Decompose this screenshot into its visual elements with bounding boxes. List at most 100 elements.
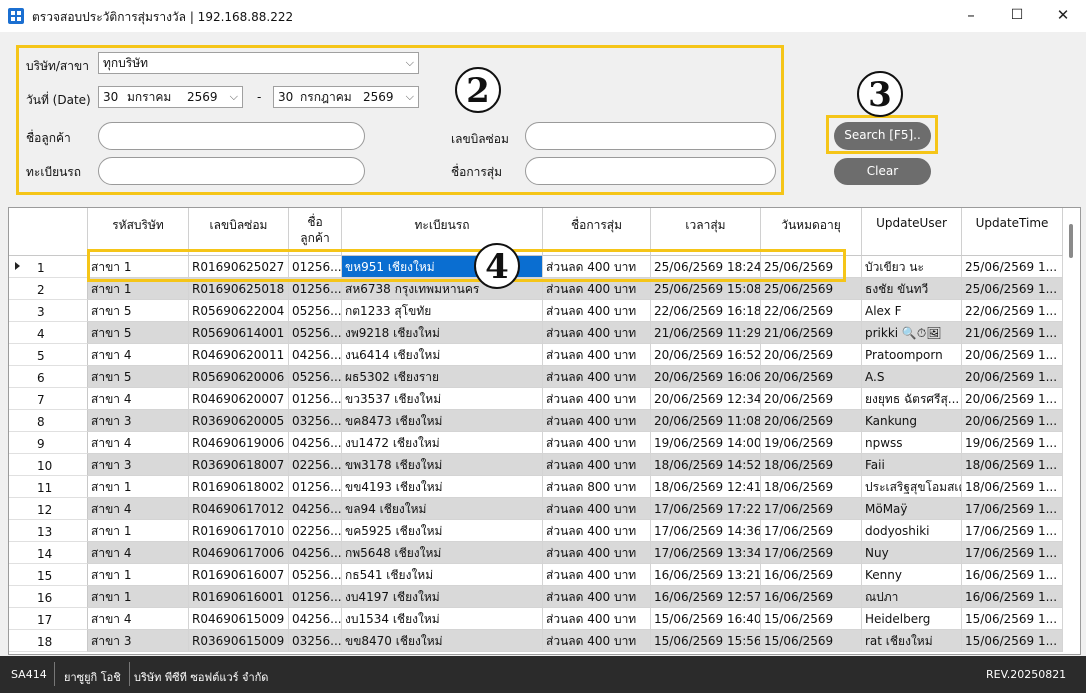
table-cell[interactable]: 15/06/2569 1... [962,608,1063,630]
table-cell[interactable]: สาขา 1 [88,564,189,586]
table-cell[interactable]: 04256... [289,498,342,520]
table-cell[interactable]: ส่วนลด 400 บาท [543,498,651,520]
table-cell[interactable]: 20/06/2569 16:52 [651,344,761,366]
row-number[interactable]: 7 [9,388,88,410]
row-number[interactable]: 16 [9,586,88,608]
table-cell[interactable]: สาขา 4 [88,542,189,564]
table-cell[interactable]: สาขา 4 [88,608,189,630]
table-cell[interactable]: 17/06/2569 [761,498,862,520]
table-cell[interactable]: ขว3537 เชียงใหม่ [342,388,543,410]
table-cell[interactable]: สาขา 4 [88,344,189,366]
table-cell[interactable]: 22/06/2569 [761,300,862,322]
table-cell[interactable]: ส่วนลด 400 บาท [543,542,651,564]
table-cell[interactable]: 04256... [289,608,342,630]
table-cell[interactable]: งบ1534 เชียงใหม่ [342,608,543,630]
table-cell[interactable]: 15/06/2569 1... [962,630,1063,652]
table-cell[interactable]: 17/06/2569 1... [962,498,1063,520]
row-number[interactable]: 1 [9,256,88,278]
row-number[interactable]: 11 [9,476,88,498]
table-cell[interactable]: npwss [862,432,962,454]
table-cell[interactable]: กต1233 สุโขทัย [342,300,543,322]
table-cell[interactable]: สาขา 5 [88,300,189,322]
table-cell[interactable]: ขพ3178 เชียงใหม่ [342,454,543,476]
table-cell[interactable]: R05690614001 [189,322,289,344]
table-cell[interactable]: 17/06/2569 14:36 [651,520,761,542]
table-cell[interactable]: 17/06/2569 1... [962,520,1063,542]
row-number[interactable]: 8 [9,410,88,432]
table-cell[interactable]: 18/06/2569 14:52 [651,454,761,476]
row-number[interactable]: 18 [9,630,88,652]
table-cell[interactable]: ส่วนลด 400 บาท [543,630,651,652]
table-cell[interactable]: 19/06/2569 1... [962,432,1063,454]
table-cell[interactable]: R01690616007 [189,564,289,586]
table-cell[interactable]: 20/06/2569 1... [962,388,1063,410]
table-cell[interactable]: Kankung [862,410,962,432]
col-update-user-header[interactable]: UpdateUser [862,208,962,256]
table-cell[interactable]: 20/06/2569 1... [962,366,1063,388]
table-cell[interactable]: 02256... [289,520,342,542]
table-cell[interactable]: 21/06/2569 1... [962,322,1063,344]
table-cell[interactable]: 16/06/2569 1... [962,586,1063,608]
table-cell[interactable]: R04690617006 [189,542,289,564]
table-cell[interactable]: Nuy [862,542,962,564]
table-cell[interactable]: 18/06/2569 [761,476,862,498]
table-cell[interactable]: สาขา 3 [88,630,189,652]
table-cell[interactable]: A.S [862,366,962,388]
table-cell[interactable]: 17/06/2569 [761,542,862,564]
table-cell[interactable]: R05690622004 [189,300,289,322]
table-cell[interactable]: สาขา 1 [88,586,189,608]
table-cell[interactable]: ขข4193 เชียงใหม่ [342,476,543,498]
table-cell[interactable]: สาขา 4 [88,388,189,410]
table-cell[interactable]: Kenny [862,564,962,586]
table-cell[interactable]: 05256... [289,564,342,586]
row-number[interactable]: 17 [9,608,88,630]
table-cell[interactable]: 19/06/2569 [761,432,862,454]
table-cell[interactable]: ส่วนลด 400 บาท [543,410,651,432]
table-cell[interactable]: ส่วนลด 400 บาท [543,454,651,476]
table-cell[interactable]: สาขา 4 [88,432,189,454]
table-cell[interactable]: 21/06/2569 [761,322,862,344]
table-cell[interactable]: R04690620007 [189,388,289,410]
table-cell[interactable]: R04690619006 [189,432,289,454]
table-cell[interactable]: 03256... [289,630,342,652]
table-cell[interactable]: 15/06/2569 16:40 [651,608,761,630]
table-cell[interactable]: 01256... [289,586,342,608]
table-cell[interactable]: ณปภา [862,586,962,608]
table-cell[interactable]: งบ1472 เชียงใหม่ [342,432,543,454]
table-cell[interactable]: บัวเขียว นะ [862,256,962,278]
table-cell[interactable]: ส่วนลด 400 บาท [543,344,651,366]
table-cell[interactable]: 18/06/2569 [761,454,862,476]
table-cell[interactable]: 16/06/2569 [761,586,862,608]
table-cell[interactable]: 18/06/2569 1... [962,454,1063,476]
table-cell[interactable]: 16/06/2569 13:21 [651,564,761,586]
table-cell[interactable]: R03690615009 [189,630,289,652]
table-cell[interactable]: ประเสริฐสุขโอมสเต [862,476,962,498]
table-cell[interactable]: 04256... [289,344,342,366]
table-cell[interactable]: 22/06/2569 1... [962,300,1063,322]
table-cell[interactable]: สาขา 1 [88,476,189,498]
row-number[interactable]: 15 [9,564,88,586]
table-cell[interactable]: 03256... [289,410,342,432]
table-cell[interactable]: ส่วนลด 400 บาท [543,388,651,410]
table-cell[interactable]: 21/06/2569 11:29 [651,322,761,344]
table-cell[interactable]: R04690620011 [189,344,289,366]
table-cell[interactable]: 20/06/2569 [761,366,862,388]
table-cell[interactable]: ส่วนลด 400 บาท [543,520,651,542]
table-cell[interactable]: สาขา 3 [88,410,189,432]
table-cell[interactable]: 05256... [289,366,342,388]
table-cell[interactable]: 15/06/2569 [761,608,862,630]
col-update-time-header[interactable]: UpdateTime [962,208,1063,256]
table-cell[interactable]: ผธ5302 เชียงราย [342,366,543,388]
table-cell[interactable]: ส่วนลด 400 บาท [543,366,651,388]
table-cell[interactable]: 16/06/2569 12:57 [651,586,761,608]
row-number[interactable]: 13 [9,520,88,542]
table-cell[interactable]: 01256... [289,388,342,410]
table-cell[interactable]: R03690618007 [189,454,289,476]
table-cell[interactable]: 17/06/2569 17:22 [651,498,761,520]
table-cell[interactable]: 18/06/2569 12:41 [651,476,761,498]
table-cell[interactable]: 20/06/2569 [761,344,862,366]
table-cell[interactable]: 22/06/2569 16:18 [651,300,761,322]
table-cell[interactable]: 02256... [289,454,342,476]
table-cell[interactable]: 20/06/2569 [761,388,862,410]
table-cell[interactable]: 17/06/2569 13:34 [651,542,761,564]
